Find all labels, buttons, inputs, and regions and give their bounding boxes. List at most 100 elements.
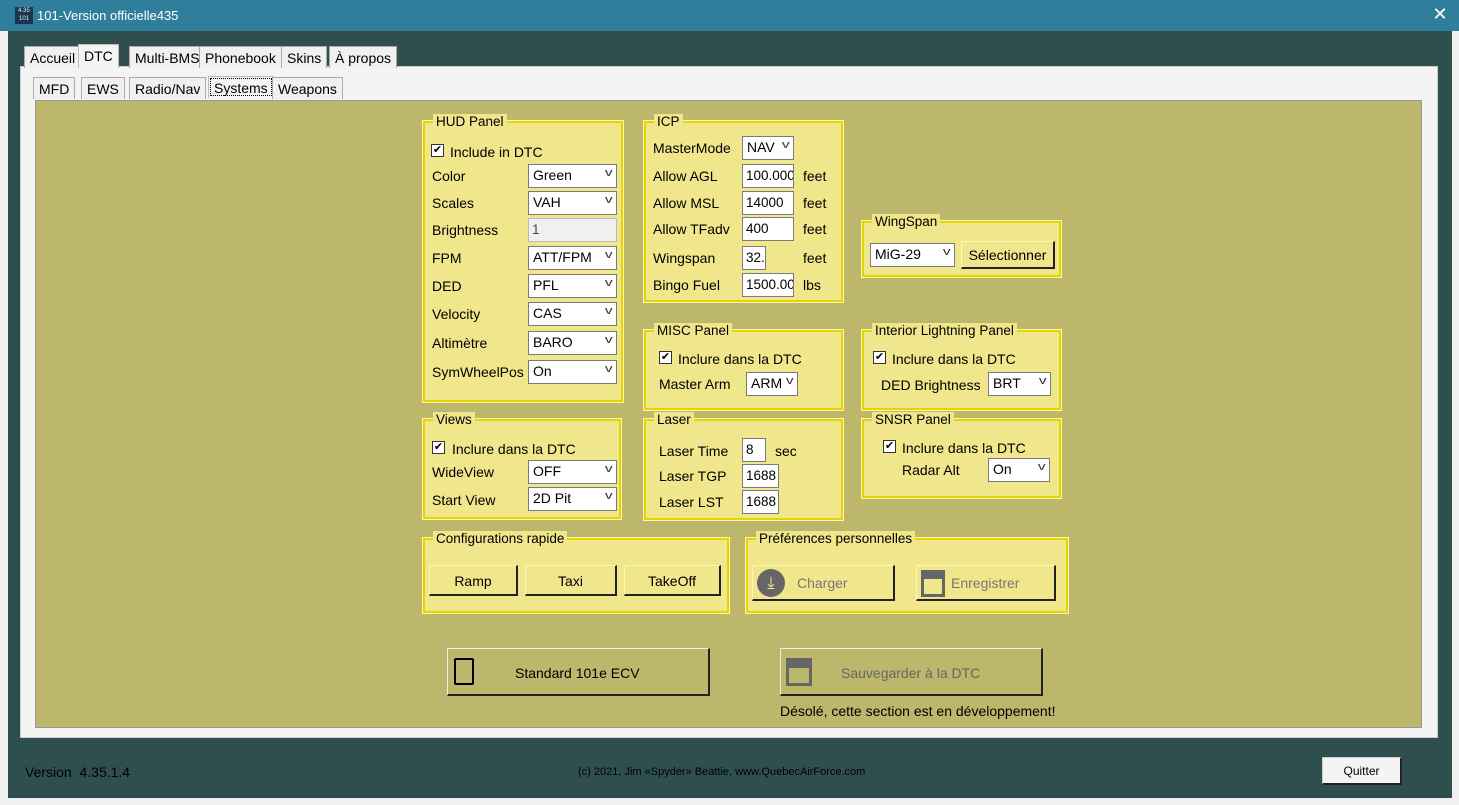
mastermode-label: MasterMode — [653, 140, 731, 156]
group-title: ICP — [654, 114, 683, 129]
hud-1-label: Scales — [432, 195, 475, 211]
chevron-down-icon: v — [604, 363, 613, 375]
laser-time-label: Laser Time — [659, 443, 729, 459]
icp-1-input[interactable]: 14000 — [742, 191, 794, 215]
select-wingspan-button[interactable]: Sélectionner — [961, 241, 1055, 269]
interior-lighting-group: Interior Lightning Panel — [861, 323, 1062, 411]
selected-value: OFF — [533, 463, 561, 479]
laser-lst-label: Laser LST — [659, 494, 724, 510]
startview-label: Start View — [432, 492, 496, 508]
selected-value: NAV — [747, 139, 775, 155]
wideview-select[interactable]: OFF v — [528, 460, 617, 484]
aircraft-select[interactable]: MiG-29 v — [870, 243, 955, 267]
tab-dtc[interactable]: DTC — [78, 44, 119, 68]
misc-include-checkbox[interactable]: ✔ — [659, 351, 672, 364]
save-dtc-label: Sauvegarder à la DTC — [841, 665, 981, 681]
chevron-down-icon: v — [1038, 375, 1047, 387]
selected-value: MiG-29 — [875, 246, 921, 262]
subtab-weapons[interactable]: Weapons — [272, 77, 343, 99]
download-icon: ⤓ — [757, 569, 785, 597]
taxi-button[interactable]: Taxi — [525, 565, 617, 596]
selected-value: PFL — [533, 277, 559, 293]
hud-4-select[interactable]: PFL v — [528, 274, 617, 298]
ded-brightness-select[interactable]: BRT v — [988, 372, 1051, 396]
hud-7-label: SymWheelPos — [432, 364, 524, 380]
subtab-ews[interactable]: EWS — [81, 77, 125, 99]
icp-0-input[interactable]: 100.000 — [742, 164, 794, 188]
close-icon[interactable]: ✕ — [1425, 4, 1455, 26]
tab-a-propos[interactable]: À propos — [329, 46, 398, 68]
icp-0-unit: feet — [803, 168, 827, 184]
hud-3-select[interactable]: ATT/FPM v — [528, 246, 617, 270]
tab-accueil[interactable]: Accueil — [24, 46, 82, 68]
chevron-down-icon: v — [604, 277, 613, 289]
development-note: Désolé, cette section est en développeme… — [780, 703, 1056, 719]
hud-include-checkbox[interactable]: ✔ — [431, 144, 444, 157]
certificate-icon — [454, 658, 474, 685]
subtab-systems[interactable]: Systems — [208, 76, 274, 98]
icp-3-label: Wingspan — [653, 250, 716, 266]
views-include-checkbox[interactable]: ✔ — [432, 441, 445, 454]
chevron-down-icon: v — [942, 246, 951, 258]
chevron-down-icon: v — [604, 167, 613, 179]
icp-4-input[interactable]: 1500.00 — [742, 273, 794, 297]
selected-value: ATT/FPM — [533, 249, 592, 265]
laser-lst-input[interactable]: 1688 — [742, 490, 779, 514]
radar-alt-label: Radar Alt — [902, 462, 960, 478]
hud-4-label: DED — [432, 278, 462, 294]
ramp-button[interactable]: Ramp — [429, 565, 518, 596]
icp-2-label: Allow TFadv — [653, 221, 730, 237]
selected-value: 2D Pit — [533, 490, 572, 506]
tab-skins[interactable]: Skins — [281, 46, 328, 68]
icp-3-unit: feet — [803, 250, 827, 266]
title-bar: 4.35 101 101-Version officielle435 ✕ — [0, 0, 1459, 31]
save-prefs-button[interactable]: Enregistrer — [916, 565, 1056, 601]
save-dtc-button[interactable]: Sauvegarder à la DTC — [780, 648, 1043, 696]
snsr-include-checkbox[interactable]: ✔ — [883, 440, 896, 453]
selected-value: On — [533, 363, 552, 379]
icp-2-input[interactable]: 400 — [742, 217, 794, 241]
hud-1-select[interactable]: VAH v — [528, 191, 617, 215]
icp-4-unit: lbs — [803, 277, 821, 293]
group-title: Laser — [654, 412, 694, 427]
hud-6-select[interactable]: BARO v — [528, 331, 617, 355]
icp-3-input[interactable]: 32. — [742, 246, 766, 270]
chevron-down-icon: v — [604, 463, 613, 475]
hud-2-label: Brightness — [432, 222, 499, 238]
takeoff-button[interactable]: TakeOff — [624, 565, 721, 596]
tab-multi-bms[interactable]: Multi-BMS — [129, 46, 206, 68]
version-info: Version 4.35.1.4 — [25, 764, 130, 780]
window-title: 101-Version officielle435 — [37, 8, 179, 23]
hud-0-select[interactable]: Green v — [528, 164, 617, 188]
mastermode-select[interactable]: NAV v — [742, 136, 794, 160]
selected-value: VAH — [533, 194, 561, 210]
app-icon: 4.35 101 — [15, 7, 33, 24]
subtab-radio-nav[interactable]: Radio/Nav — [129, 77, 207, 99]
views-include-label: Inclure dans la DTC — [452, 441, 576, 457]
hud-5-select[interactable]: CAS v — [528, 302, 617, 326]
subtab-mfd[interactable]: MFD — [33, 77, 76, 99]
chevron-down-icon: v — [604, 249, 613, 261]
masterarm-select[interactable]: ARM v — [746, 372, 798, 396]
interior-include-checkbox[interactable]: ✔ — [873, 351, 886, 364]
icp-0-label: Allow AGL — [653, 168, 718, 184]
quit-button[interactable]: Quitter — [1322, 757, 1402, 785]
chevron-down-icon: v — [604, 490, 613, 502]
misc-include-label: Inclure dans la DTC — [678, 351, 802, 367]
laser-tgp-input[interactable]: 1688 — [742, 464, 779, 488]
standard-ecv-button[interactable]: Standard 101e ECV — [447, 648, 710, 696]
hud-include-label: Include in DTC — [450, 144, 543, 160]
laser-time-input[interactable]: 8 — [742, 438, 766, 462]
group-title: WingSpan — [872, 214, 941, 229]
load-label: Charger — [797, 575, 848, 591]
misc-panel-group: MISC Panel — [643, 323, 844, 411]
hud-7-select[interactable]: On v — [528, 360, 617, 384]
load-button[interactable]: ⤓ Charger — [752, 565, 895, 601]
tab-phonebook[interactable]: Phonebook — [199, 46, 282, 68]
interior-include-label: Inclure dans la DTC — [892, 351, 1016, 367]
radar-alt-select[interactable]: On v — [988, 458, 1050, 482]
group-title: HUD Panel — [433, 114, 507, 129]
version-number: 4.35.1.4 — [79, 764, 131, 780]
startview-select[interactable]: 2D Pit v — [528, 487, 617, 511]
icp-2-unit: feet — [803, 221, 827, 237]
